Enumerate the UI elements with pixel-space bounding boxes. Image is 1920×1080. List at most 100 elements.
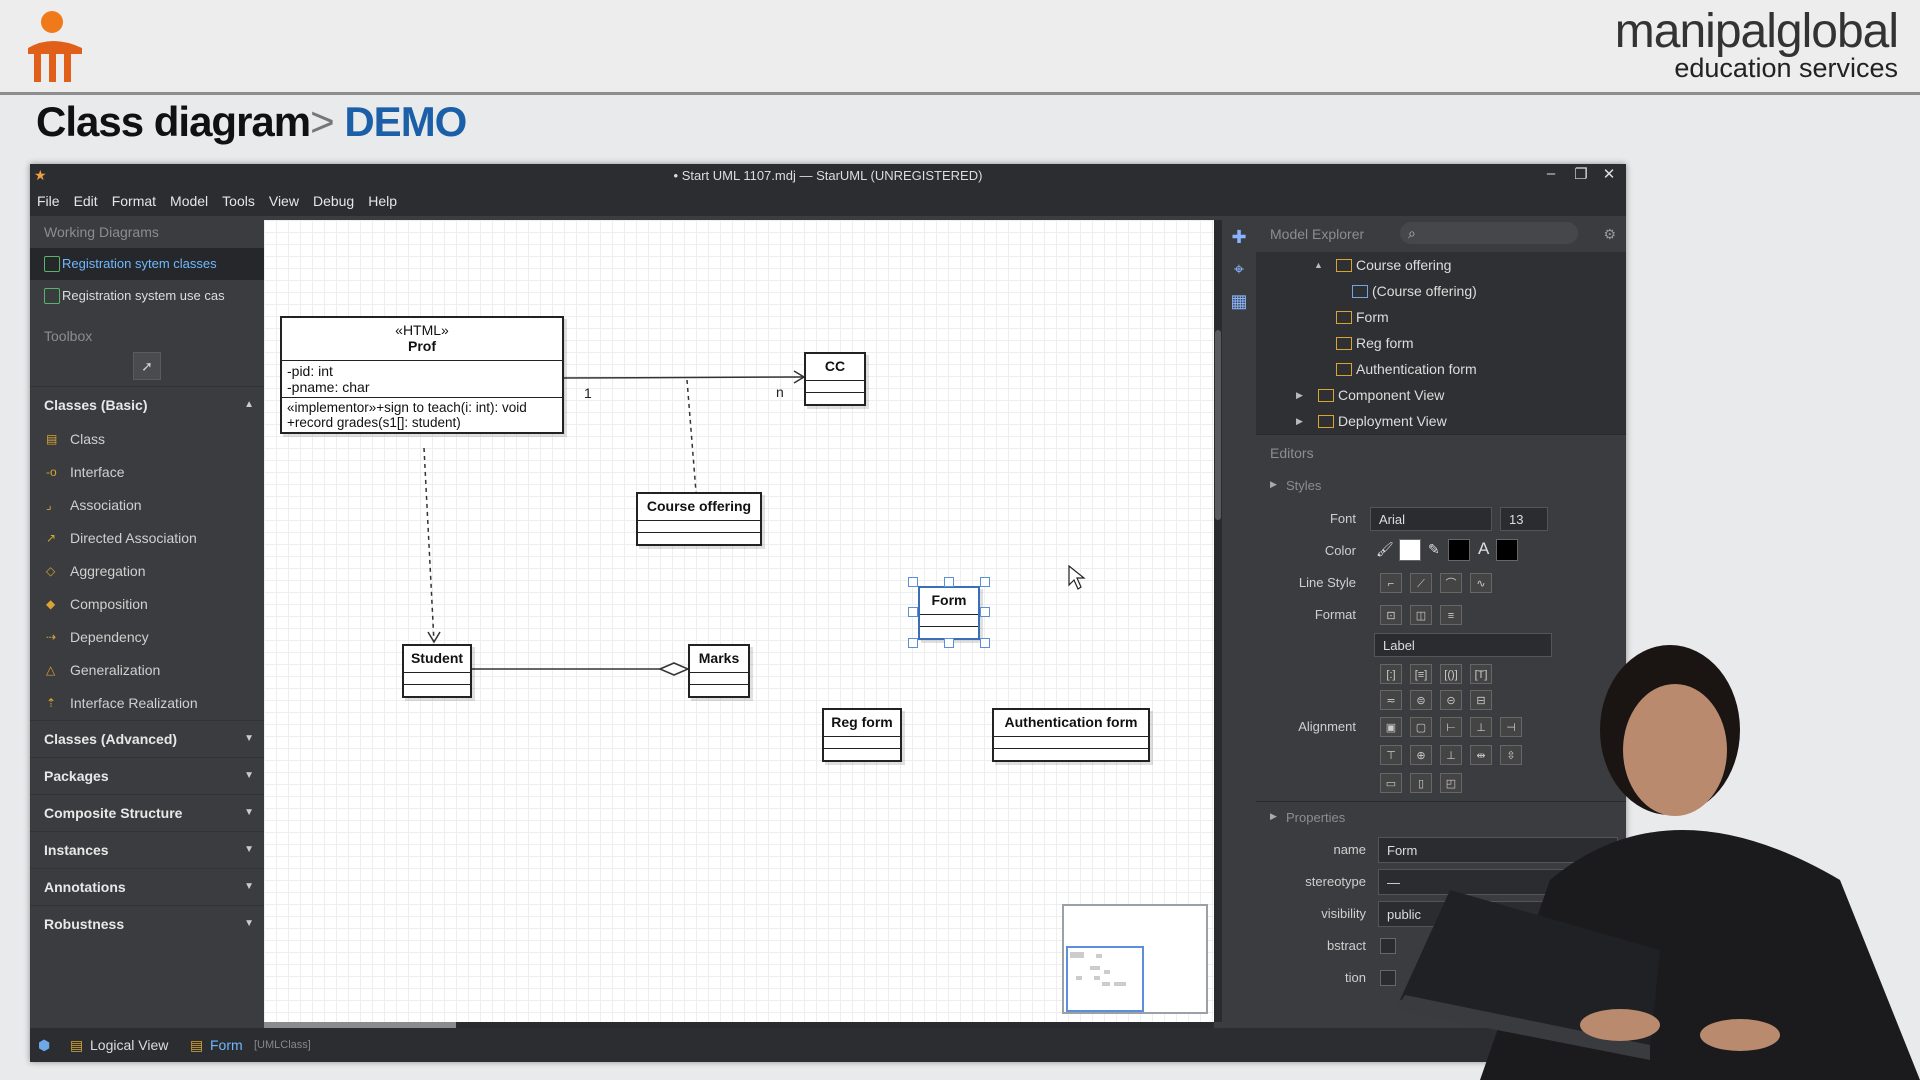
class-form-selected[interactable]: Form [918,586,980,640]
tool-aggregation[interactable]: ◇ Aggregation [30,555,264,588]
menu-format[interactable]: Format [105,188,163,214]
scrollbar-thumb[interactable] [1215,330,1221,520]
tool-class[interactable]: ▤ Class [30,423,264,456]
navigate-crosshair-icon[interactable]: ⌖ [1228,258,1250,280]
working-diagram-registration-use-case[interactable]: Registration system use cas [30,280,264,312]
diagram-minimap[interactable] [1062,904,1208,1014]
tree-item-reg-form[interactable]: Reg form [1256,330,1626,356]
category-composite-structure[interactable]: Composite Structure ▼ [30,794,264,831]
menu-view[interactable]: View [262,188,306,214]
operation-record-grades[interactable]: +record grades(s1[]: student) [287,415,557,430]
caret-down-icon[interactable]: ▲ [1314,252,1323,278]
left-panel: Working Diagrams Registration sytem clas… [30,216,264,1028]
line-color-swatch[interactable] [1448,539,1470,561]
status-logical-view[interactable]: Logical View [90,1037,168,1053]
association-line[interactable] [559,376,805,379]
font-color-swatch[interactable] [1496,539,1518,561]
font-size-select[interactable]: 13 [1500,507,1548,531]
resize-handle[interactable] [908,577,918,587]
class-reg-form[interactable]: Reg form [822,708,902,762]
menu-debug[interactable]: Debug [306,188,361,214]
styles-section-header[interactable]: ▶ Styles [1256,471,1626,503]
tool-composition[interactable]: ◆ Composition [30,588,264,621]
tool-dependency[interactable]: ⇢ Dependency [30,621,264,654]
mouse-cursor-icon [1068,565,1086,590]
category-robustness[interactable]: Robustness ▼ [30,905,264,942]
resize-handle[interactable] [980,577,990,587]
tool-generalization[interactable]: △ Generalization [30,654,264,687]
layout-grid-icon[interactable]: ▦ [1228,290,1250,312]
class-diagram-icon [44,256,60,272]
category-packages[interactable]: Packages ▼ [30,757,264,794]
menu-file[interactable]: File [30,188,67,214]
line-pen-icon[interactable]: ✎ [1428,541,1440,558]
gear-icon[interactable]: ⚙ [1603,216,1616,252]
working-diagram-registration-classes[interactable]: Registration sytem classes [30,248,264,280]
status-selected-element[interactable]: Form [210,1037,243,1053]
multiplicity-n: n [776,384,784,400]
class-name: Form [920,588,978,615]
presenter-video [1395,645,1920,1080]
class-prof[interactable]: «HTML» Prof -pid: int -pname: char «impl… [280,316,564,434]
menu-help[interactable]: Help [361,188,404,214]
menu-model[interactable]: Model [163,188,215,214]
fill-color-swatch[interactable] [1399,539,1421,561]
tree-item-course-offering[interactable]: ▲ Course offering [1256,252,1626,278]
extension-puzzle-icon[interactable]: ✚ [1228,226,1250,248]
menu-edit[interactable]: Edit [67,188,105,214]
tool-label: Composition [70,596,148,612]
resize-handle[interactable] [908,638,918,648]
resize-handle[interactable] [980,607,990,617]
attribute-pname[interactable]: -pname: char [287,379,557,395]
font-color-icon[interactable]: A [1478,539,1489,559]
tree-item-deployment-view[interactable]: ▶ Deployment View [1256,408,1626,434]
caret-right-icon[interactable]: ▶ [1296,408,1303,434]
attribute-pid[interactable]: -pid: int [287,363,557,379]
expand-arrow-icon: ▼ [244,881,254,892]
fill-bucket-icon[interactable]: 🖌 [1376,541,1394,558]
restore-button[interactable]: ❐ [1568,165,1594,183]
window-titlebar: ★ • Start UML 1107.mdj — StarUML (UNREGI… [30,164,1626,188]
close-button[interactable]: ✕ [1596,165,1622,183]
font-family-select[interactable]: Arial [1370,507,1492,531]
class-cc[interactable]: CC [804,352,866,406]
diagram-canvas[interactable]: 1 n «HTML» Prof -pid: int -pname: char «… [264,220,1214,1022]
tree-item-form[interactable]: Form [1256,304,1626,330]
resize-handle[interactable] [980,638,990,648]
category-annotations[interactable]: Annotations ▼ [30,868,264,905]
attributes-compartment [994,737,1148,749]
class-course-offering[interactable]: Course offering [636,492,762,546]
resize-handle[interactable] [944,577,954,587]
tree-item-authentication-form[interactable]: Authentication form [1256,356,1626,382]
tree-label: Deployment View [1338,413,1447,429]
attributes-compartment [638,521,760,533]
minimize-button[interactable]: – [1538,165,1564,182]
tool-directed-association[interactable]: ↗ Directed Association [30,522,264,555]
tool-association[interactable]: ⌟ Association [30,489,264,522]
dependency-line[interactable] [423,447,435,643]
class-name: CC [806,354,864,381]
pointer-tool-icon[interactable]: ➚ [133,352,161,380]
collapse-arrow-icon: ▲ [244,399,254,410]
category-instances[interactable]: Instances ▼ [30,831,264,868]
presentation-banner: manipalglobal education services [0,0,1920,95]
tree-item-course-offering-diagram[interactable]: (Course offering) [1256,278,1626,304]
category-classes-basic[interactable]: Classes (Basic) ▲ [30,386,264,423]
category-label: Classes (Advanced) [44,731,178,747]
class-marks[interactable]: Marks [688,644,750,698]
tool-interface-realization[interactable]: ⇡ Interface Realization [30,687,264,720]
resize-handle[interactable] [944,638,954,648]
category-classes-advanced[interactable]: Classes (Advanced) ▼ [30,720,264,757]
tree-item-component-view[interactable]: ▶ Component View [1256,382,1626,408]
tree-label: Component View [1338,387,1445,403]
resize-handle[interactable] [908,607,918,617]
class-authentication-form[interactable]: Authentication form [992,708,1150,762]
operation-sign-to-teach[interactable]: «implementor»+sign to teach(i: int): voi… [287,400,557,415]
menu-tools[interactable]: Tools [215,188,262,214]
expand-arrow-icon: ▼ [244,733,254,744]
model-search-input[interactable]: ⌕ [1400,222,1578,244]
class-student[interactable]: Student [402,644,472,698]
tool-interface[interactable]: -o Interface [30,456,264,489]
caret-right-icon[interactable]: ▶ [1296,382,1303,408]
association-class-link[interactable] [686,379,697,493]
